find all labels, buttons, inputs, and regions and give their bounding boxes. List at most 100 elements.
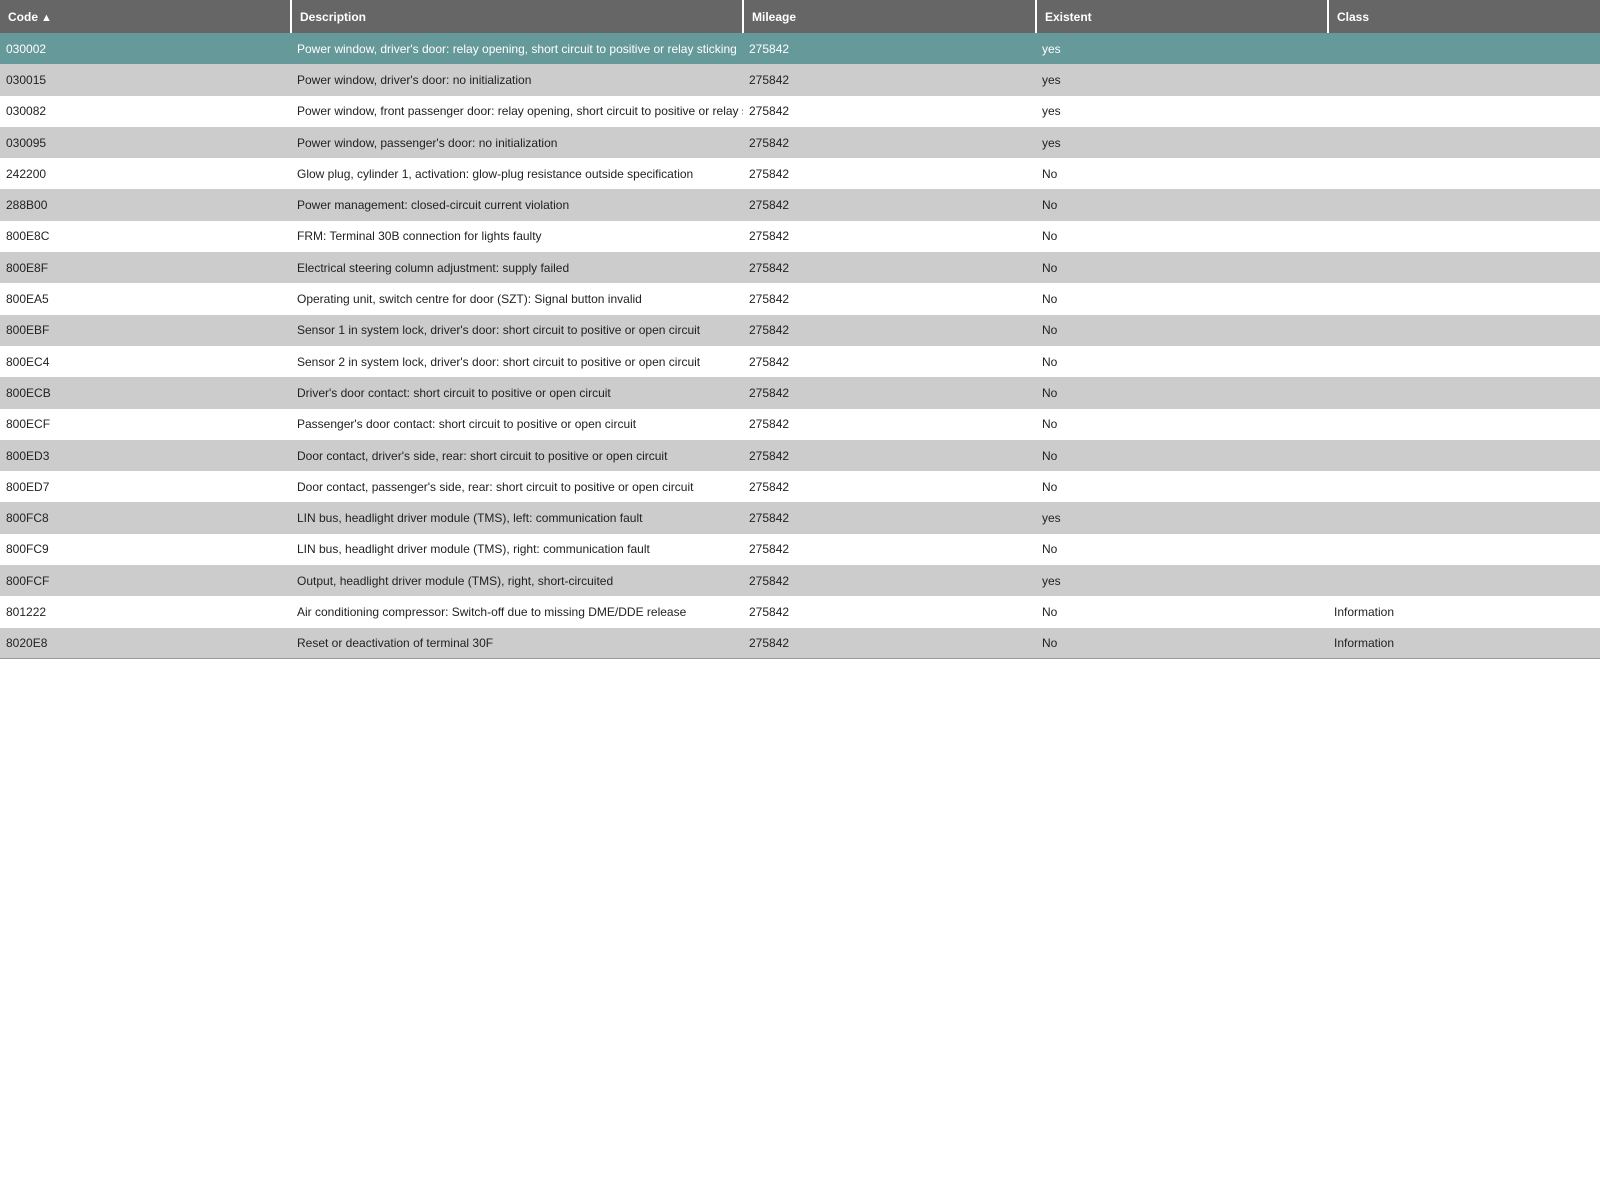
cell-mileage: 275842 <box>743 126 1036 159</box>
table-row[interactable]: 030002 Power window, driver's door: relay… <box>0 33 1600 65</box>
table-row[interactable]: 800ECB Driver's door contact: short circu… <box>0 377 1600 409</box>
cell-class <box>1328 33 1600 65</box>
table-row[interactable]: 800E8C FRM: Terminal 30B connection for l… <box>0 220 1600 253</box>
cell-code: 800EC4 <box>0 345 291 378</box>
cell-code: 030095 <box>0 126 291 159</box>
cell-existent: yes <box>1036 502 1328 534</box>
table-row[interactable]: 800EA5 Operating unit, switch centre for … <box>0 283 1600 315</box>
table-row[interactable]: 030082 Power window, front passenger door… <box>0 95 1600 127</box>
table-row[interactable]: 800E8F Electrical steering column adjustm… <box>0 252 1600 284</box>
cell-code: 800FC9 <box>0 533 291 566</box>
cell-code: 288B00 <box>0 189 291 221</box>
cell-existent: yes <box>1036 126 1328 159</box>
cell-mileage: 275842 <box>743 252 1036 284</box>
cell-mileage: 275842 <box>743 158 1036 190</box>
table-row[interactable]: 800ED3 Door contact, driver's side, rear:… <box>0 439 1600 472</box>
cell-code: 800E8F <box>0 252 291 284</box>
cell-existent: No <box>1036 471 1328 503</box>
column-header-code[interactable]: Code ▲ <box>0 0 292 33</box>
table-row[interactable]: 800EC4 Sensor 2 in system lock, driver's … <box>0 345 1600 378</box>
cell-existent: No <box>1036 314 1328 346</box>
cell-code: 8020E8 <box>0 627 291 660</box>
cell-description: Power window, passenger's door: no initi… <box>291 126 743 159</box>
cell-mileage: 275842 <box>743 533 1036 566</box>
cell-description: Output, headlight driver module (TMS), r… <box>291 565 743 597</box>
cell-code: 800ECF <box>0 408 291 440</box>
table-row[interactable]: 030015 Power window, driver's door: no in… <box>0 64 1600 96</box>
fault-code-table: Code ▲ Description Mileage Existent Class… <box>0 0 1600 660</box>
cell-class: Information <box>1328 596 1600 628</box>
cell-description: Operating unit, switch centre for door (… <box>291 283 743 315</box>
cell-description: Sensor 2 in system lock, driver's door: … <box>291 345 743 378</box>
cell-class <box>1328 126 1600 159</box>
cell-existent: yes <box>1036 33 1328 65</box>
column-header-mileage[interactable]: Mileage <box>743 0 1037 33</box>
cell-code: 800EA5 <box>0 283 291 315</box>
table-row[interactable]: 800FCF Output, headlight driver module (T… <box>0 565 1600 597</box>
cell-existent: yes <box>1036 95 1328 127</box>
cell-code: 801222 <box>0 596 291 628</box>
cell-code: 800FC8 <box>0 502 291 534</box>
cell-existent: No <box>1036 345 1328 378</box>
cell-mileage: 275842 <box>743 33 1036 65</box>
cell-class <box>1328 345 1600 378</box>
cell-code: 800ED7 <box>0 471 291 503</box>
cell-description: Power window, driver's door: no initiali… <box>291 64 743 96</box>
cell-mileage: 275842 <box>743 471 1036 503</box>
cell-existent: No <box>1036 283 1328 315</box>
table-row[interactable]: 801222 Air conditioning compressor: Switc… <box>0 596 1600 628</box>
cell-description: Electrical steering column adjustment: s… <box>291 252 743 284</box>
cell-existent: No <box>1036 627 1328 660</box>
cell-mileage: 275842 <box>743 439 1036 472</box>
cell-existent: yes <box>1036 565 1328 597</box>
cell-code: 030082 <box>0 95 291 127</box>
column-header-label: Description <box>300 9 367 24</box>
cell-existent: No <box>1036 408 1328 440</box>
cell-description: Power window, front passenger door: rela… <box>291 95 743 127</box>
table-row[interactable]: 030095 Power window, passenger's door: no… <box>0 126 1600 159</box>
cell-description: Passenger's door contact: short circuit … <box>291 408 743 440</box>
table-row[interactable]: 800FC9 LIN bus, headlight driver module (… <box>0 533 1600 566</box>
cell-mileage: 275842 <box>743 377 1036 409</box>
cell-mileage: 275842 <box>743 95 1036 127</box>
cell-class <box>1328 158 1600 190</box>
cell-existent: No <box>1036 596 1328 628</box>
cell-class: Information <box>1328 627 1600 660</box>
cell-description: LIN bus, headlight driver module (TMS), … <box>291 533 743 566</box>
cell-description: Air conditioning compressor: Switch-off … <box>291 596 743 628</box>
cell-existent: No <box>1036 252 1328 284</box>
cell-mileage: 275842 <box>743 314 1036 346</box>
cell-class <box>1328 95 1600 127</box>
table-row[interactable]: 800ED7 Door contact, passenger's side, re… <box>0 471 1600 503</box>
cell-class <box>1328 252 1600 284</box>
cell-class <box>1328 439 1600 472</box>
column-header-description[interactable]: Description <box>291 0 744 33</box>
column-header-class[interactable]: Class <box>1328 0 1600 33</box>
column-header-label: Mileage <box>752 9 797 24</box>
table-row[interactable]: 288B00 Power management: closed-circuit c… <box>0 189 1600 221</box>
table-row[interactable]: 242200 Glow plug, cylinder 1, activation:… <box>0 158 1600 190</box>
table-row[interactable]: 8020E8 Reset or deactivation of terminal … <box>0 627 1600 660</box>
cell-class <box>1328 64 1600 96</box>
cell-class <box>1328 565 1600 597</box>
column-header-label: Class <box>1337 9 1370 24</box>
cell-mileage: 275842 <box>743 627 1036 660</box>
cell-class <box>1328 533 1600 566</box>
table-row[interactable]: 800EBF Sensor 1 in system lock, driver's … <box>0 314 1600 346</box>
column-header-existent[interactable]: Existent <box>1036 0 1329 33</box>
table-row[interactable]: 800FC8 LIN bus, headlight driver module (… <box>0 502 1600 534</box>
cell-class <box>1328 377 1600 409</box>
table-row[interactable]: 800ECF Passenger's door contact: short ci… <box>0 408 1600 440</box>
cell-code: 030015 <box>0 64 291 96</box>
cell-existent: No <box>1036 189 1328 221</box>
cell-existent: No <box>1036 158 1328 190</box>
cell-existent: yes <box>1036 64 1328 96</box>
cell-class <box>1328 502 1600 534</box>
cell-description: Door contact, driver's side, rear: short… <box>291 439 743 472</box>
cell-description: Reset or deactivation of terminal 30F <box>291 627 743 660</box>
cell-mileage: 275842 <box>743 220 1036 253</box>
cell-existent: No <box>1036 377 1328 409</box>
cell-class <box>1328 408 1600 440</box>
cell-description: Power window, driver's door: relay openi… <box>291 33 743 65</box>
cell-code: 800ECB <box>0 377 291 409</box>
